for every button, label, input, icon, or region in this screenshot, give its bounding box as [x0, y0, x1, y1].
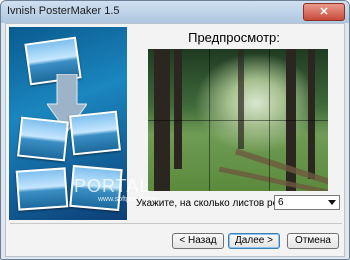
sheets-value: 6 [278, 197, 284, 208]
banner-photo-4 [15, 167, 69, 211]
chevron-down-icon[interactable] [328, 200, 336, 205]
app-window: Ivnish PosterMaker 1.5 ✕ Предпросмотр: P… [0, 0, 350, 260]
banner-photo-3 [69, 110, 121, 156]
title-bar[interactable]: Ivnish PosterMaker 1.5 ✕ [1, 1, 349, 23]
back-button[interactable]: < Назад [172, 233, 224, 249]
banner-photo-2 [17, 116, 69, 162]
next-button[interactable]: Далее > [228, 233, 280, 249]
wizard-body: Предпросмотр: PORTAL www.softportal.com … [5, 23, 345, 257]
cancel-button[interactable]: Отмена [287, 233, 339, 249]
divider [10, 223, 342, 224]
sheets-select[interactable]: 6 [274, 195, 340, 210]
close-button[interactable]: ✕ [303, 3, 345, 21]
cut-line-h1 [148, 120, 328, 121]
watermark: PORTAL [74, 176, 151, 196]
preview-image [148, 49, 328, 191]
window-title: Ivnish PosterMaker 1.5 [7, 5, 120, 17]
preview-title: Предпросмотр: [188, 30, 280, 45]
